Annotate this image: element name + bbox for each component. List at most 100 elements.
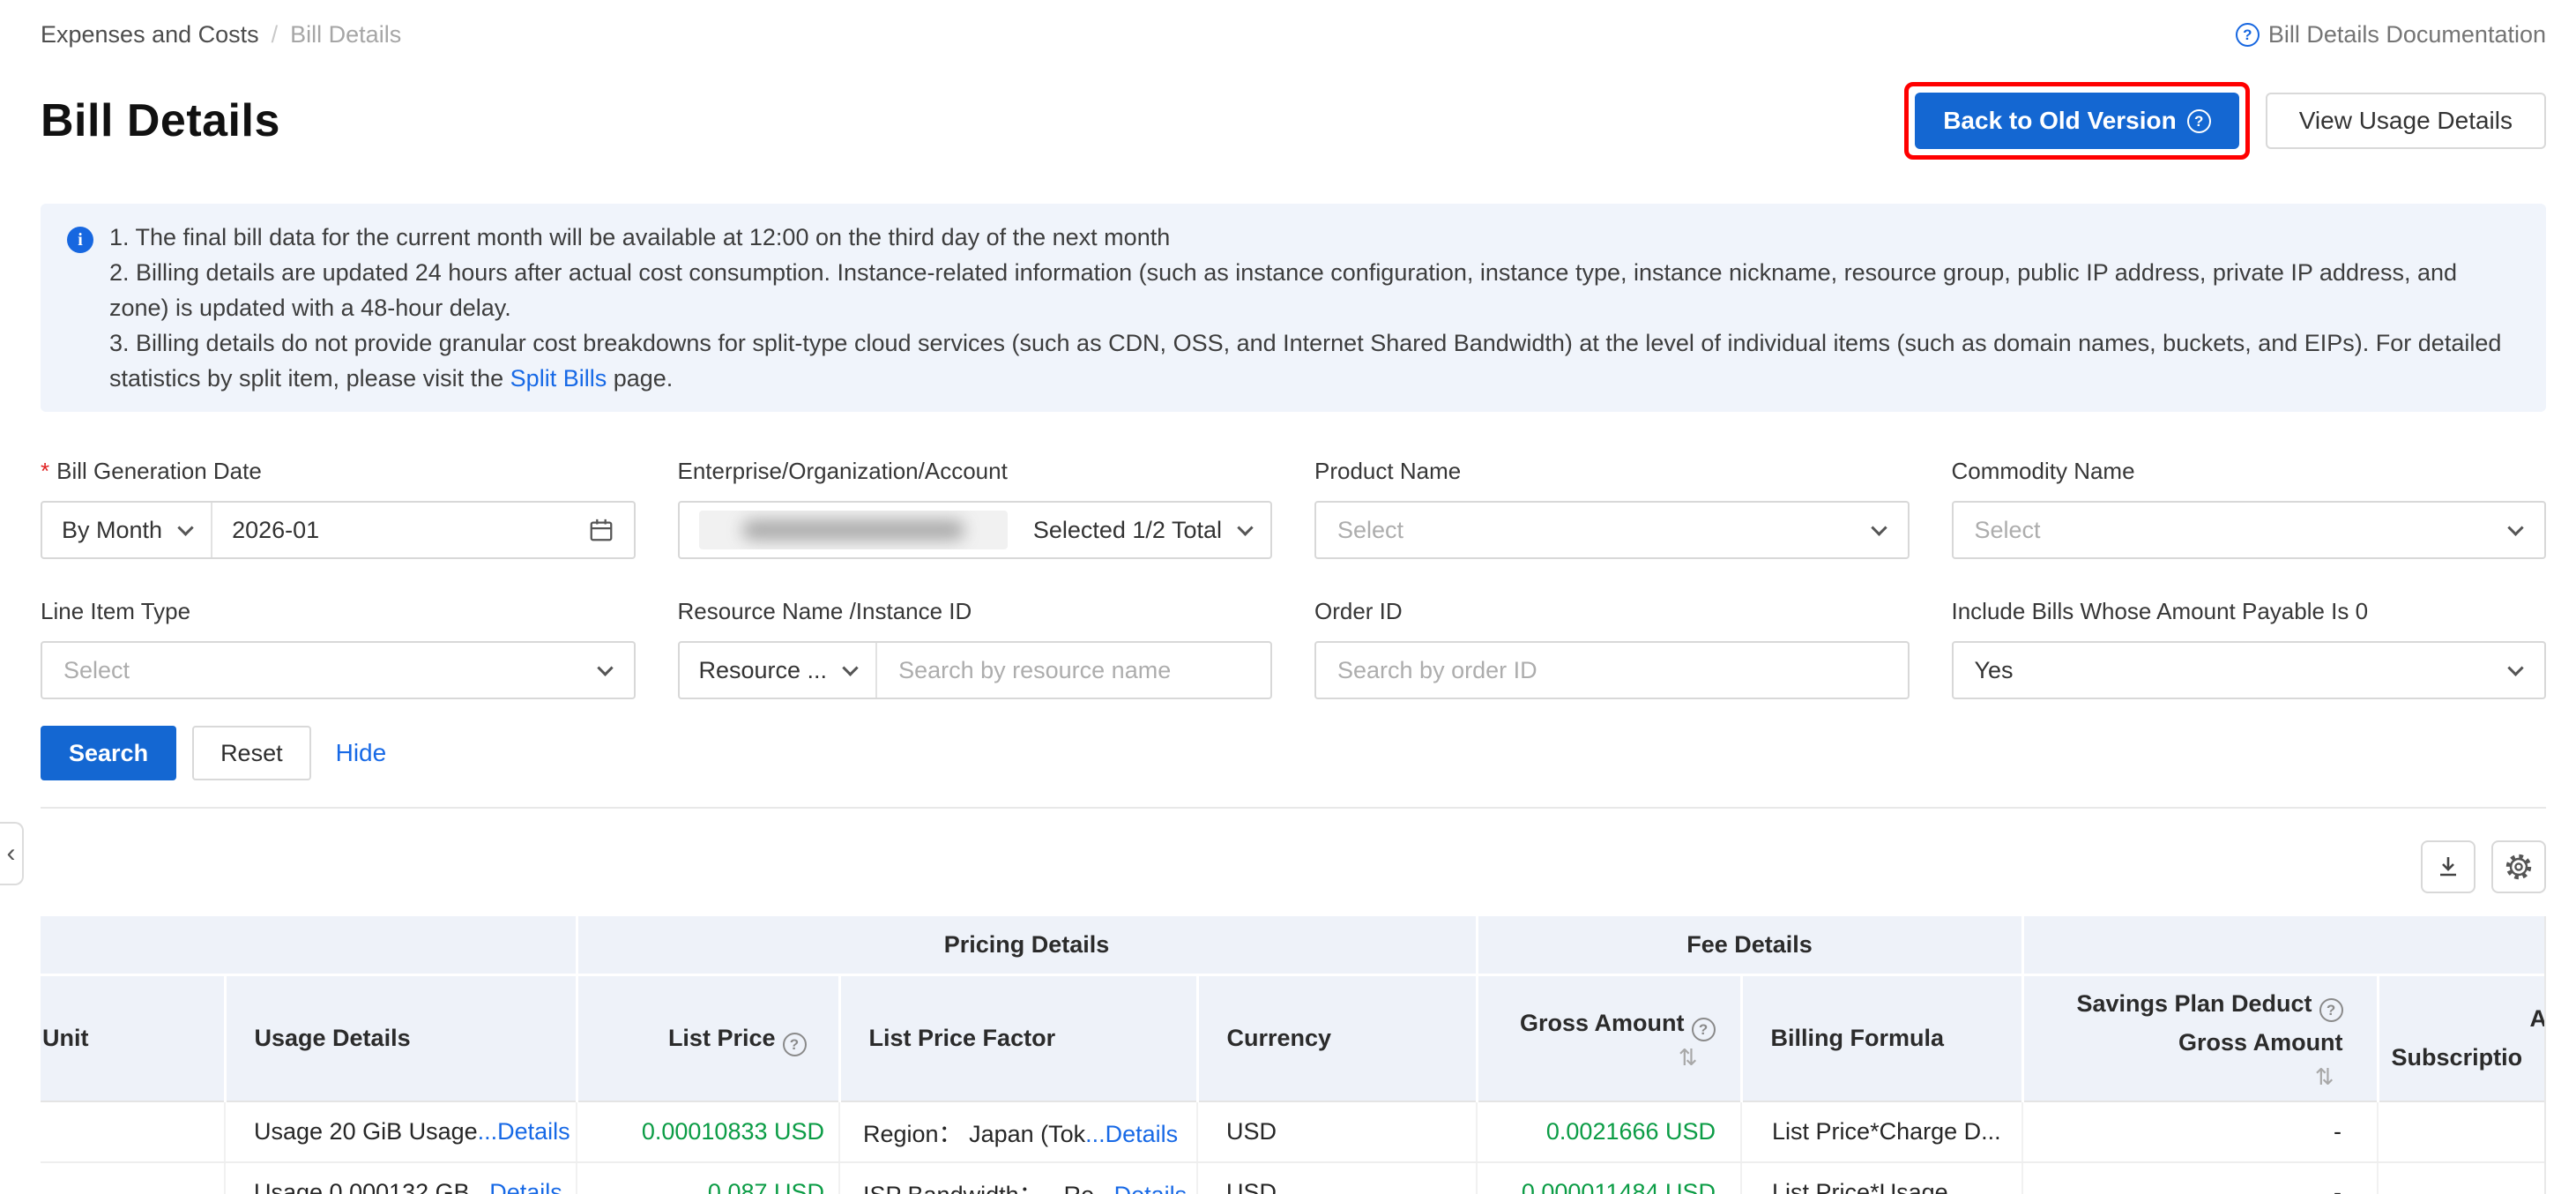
usage-details-link[interactable]: ...Details <box>478 1118 570 1145</box>
cell-unit <box>41 1162 225 1194</box>
bill-generation-date-label: *Bill Generation Date <box>41 458 636 485</box>
back-to-old-version-button[interactable]: Back to Old Version ? <box>1915 93 2239 149</box>
section-divider <box>41 807 2546 809</box>
zero-amount-bills-select[interactable]: Yes <box>1952 641 2547 699</box>
account-label: Enterprise/Organization/Account <box>678 458 1273 485</box>
search-button[interactable]: Search <box>41 726 176 780</box>
cell-billing-formula: List Price*Usage <box>1741 1162 2022 1194</box>
info-icon: i <box>67 227 93 253</box>
breadcrumb-expenses[interactable]: Expenses and Costs <box>41 21 259 49</box>
commodity-name-placeholder: Select <box>1954 517 2511 544</box>
view-usage-details-label: View Usage Details <box>2299 107 2513 135</box>
cell-list-price-factor: Region： Japan (Tok...Details <box>839 1101 1197 1162</box>
filter-actions: Search Reset Hide <box>41 726 2546 780</box>
filter-bill-generation-date: *Bill Generation Date By Month 2026-01 <box>41 458 636 559</box>
notice-text: 1. The final bill data for the current m… <box>109 220 2516 396</box>
help-circle-icon[interactable]: ? <box>1692 1018 1716 1041</box>
highlight-red-box: Back to Old Version ? <box>1904 82 2250 160</box>
sort-icon[interactable]: ⇅ <box>1478 1042 1740 1072</box>
col-list-price: List Price? <box>577 974 839 1101</box>
resource-mode-select[interactable]: Resource ... <box>680 643 878 698</box>
column-group-row: Pricing Details Fee Details <box>41 916 2546 974</box>
col-usage-details: Usage Details <box>225 974 577 1101</box>
help-circle-icon[interactable]: ? <box>783 1033 807 1056</box>
calendar-icon[interactable] <box>569 503 634 557</box>
back-to-old-version-label: Back to Old Version <box>1943 107 2177 135</box>
group-blank-left <box>41 916 577 974</box>
filter-account: Enterprise/Organization/Account Selected… <box>678 458 1273 559</box>
cell-savings-plan-deduct: - <box>2022 1162 2378 1194</box>
reset-button[interactable]: Reset <box>192 726 311 780</box>
order-id-input[interactable] <box>1316 657 1908 684</box>
collapse-panel-handle[interactable]: ‹ <box>0 822 24 885</box>
factor-details-link[interactable]: ...Details <box>1085 1121 1178 1147</box>
bill-details-table: Pricing Details Fee Details Unit Usage D… <box>41 916 2546 1194</box>
breadcrumb: Expenses and Costs / Bill Details <box>41 21 401 49</box>
col-unit: Unit <box>41 974 225 1101</box>
usage-details-link[interactable]: ...Details <box>470 1179 562 1194</box>
cell-usage-details: Usage 20 GiB Usage...Details <box>225 1101 577 1162</box>
notice-line-2: 2. Billing details are updated 24 hours … <box>109 255 2516 325</box>
month-picker[interactable]: 2026-01 <box>212 503 568 557</box>
filter-product-name: Product Name Select <box>1314 458 1910 559</box>
table-row: Usage 20 GiB Usage...Details 0.00010833 … <box>41 1101 2546 1162</box>
filter-form: *Bill Generation Date By Month 2026-01 <box>41 458 2546 699</box>
bill-details-page: Expenses and Costs / Bill Details ? Bill… <box>0 21 2576 1194</box>
redacted-account-name <box>742 520 964 540</box>
commodity-name-select[interactable]: Select <box>1952 501 2547 559</box>
sort-icon[interactable]: ⇅ <box>2024 1062 2377 1092</box>
export-download-button[interactable] <box>2421 840 2475 893</box>
cell-unit <box>41 1101 225 1162</box>
breadcrumb-bill-details: Bill Details <box>290 21 401 49</box>
cell-clipped <box>2378 1101 2546 1162</box>
line-item-type-label: Line Item Type <box>41 598 636 625</box>
date-granularity-select[interactable]: By Month <box>42 503 212 557</box>
help-circle-icon: ? <box>2187 109 2211 133</box>
cell-list-price-factor: ISP Bandwidth： - Re...Details <box>839 1162 1197 1194</box>
cell-gross-amount: 0.0021666 USD <box>1477 1101 1741 1162</box>
cell-billing-formula: List Price*Charge D... <box>1741 1101 2022 1162</box>
notice-line-1: 1. The final bill data for the current m… <box>109 220 2516 255</box>
product-name-placeholder: Select <box>1316 517 1873 544</box>
col-clipped-subscription: A Subscriptio <box>2378 974 2546 1101</box>
cell-usage-details: Usage 0.000132 GB...Details <box>225 1162 577 1194</box>
factor-details-link[interactable]: ...Details <box>1094 1182 1187 1194</box>
chevron-down-icon <box>1237 519 1253 535</box>
help-circle-icon[interactable]: ? <box>2319 998 2343 1022</box>
account-select-field[interactable]: Selected 1/2 Total <box>678 501 1273 559</box>
chevron-down-icon <box>177 519 193 535</box>
line-item-type-select[interactable]: Select <box>41 641 636 699</box>
column-header-row: Unit Usage Details List Price? List Pric… <box>41 974 2546 1101</box>
col-currency: Currency <box>1197 974 1477 1101</box>
account-selected-summary[interactable]: Selected 1/2 Total <box>1014 503 1270 557</box>
required-mark: * <box>41 458 49 484</box>
line-item-type-placeholder: Select <box>42 657 599 684</box>
notice-banner: i 1. The final bill data for the current… <box>41 204 2546 412</box>
notice-line-3: 3. Billing details do not provide granul… <box>109 325 2516 396</box>
month-picker-value: 2026-01 <box>232 517 319 544</box>
split-bills-link[interactable]: Split Bills <box>510 365 607 392</box>
view-usage-details-button[interactable]: View Usage Details <box>2266 93 2546 149</box>
column-settings-button[interactable] <box>2491 840 2546 893</box>
breadcrumb-separator: / <box>272 21 279 49</box>
chevron-down-icon <box>842 660 858 675</box>
group-pricing-details: Pricing Details <box>577 916 1477 974</box>
notice-line-3-suffix: page. <box>607 365 673 392</box>
product-name-select[interactable]: Select <box>1314 501 1910 559</box>
resource-name-input[interactable] <box>877 657 1270 684</box>
chevron-down-icon <box>1871 519 1887 535</box>
chevron-down-icon <box>2507 660 2523 675</box>
bill-details-documentation-link[interactable]: ? Bill Details Documentation <box>2236 21 2546 49</box>
product-name-label: Product Name <box>1314 458 1910 485</box>
download-icon <box>2434 853 2462 881</box>
zero-amount-bills-value: Yes <box>1954 657 2511 684</box>
notice-line-3-text: 3. Billing details do not provide granul… <box>109 330 2501 392</box>
page-title: Bill Details <box>41 94 280 147</box>
hide-link[interactable]: Hide <box>336 739 387 767</box>
col-gross-amount: Gross Amount? ⇅ <box>1477 974 1741 1101</box>
filter-line-item-type: Line Item Type Select <box>41 598 636 699</box>
col-billing-formula: Billing Formula <box>1741 974 2022 1101</box>
group-fee-details: Fee Details <box>1477 916 2022 974</box>
chevron-down-icon <box>2507 519 2523 535</box>
order-id-field <box>1314 641 1910 699</box>
